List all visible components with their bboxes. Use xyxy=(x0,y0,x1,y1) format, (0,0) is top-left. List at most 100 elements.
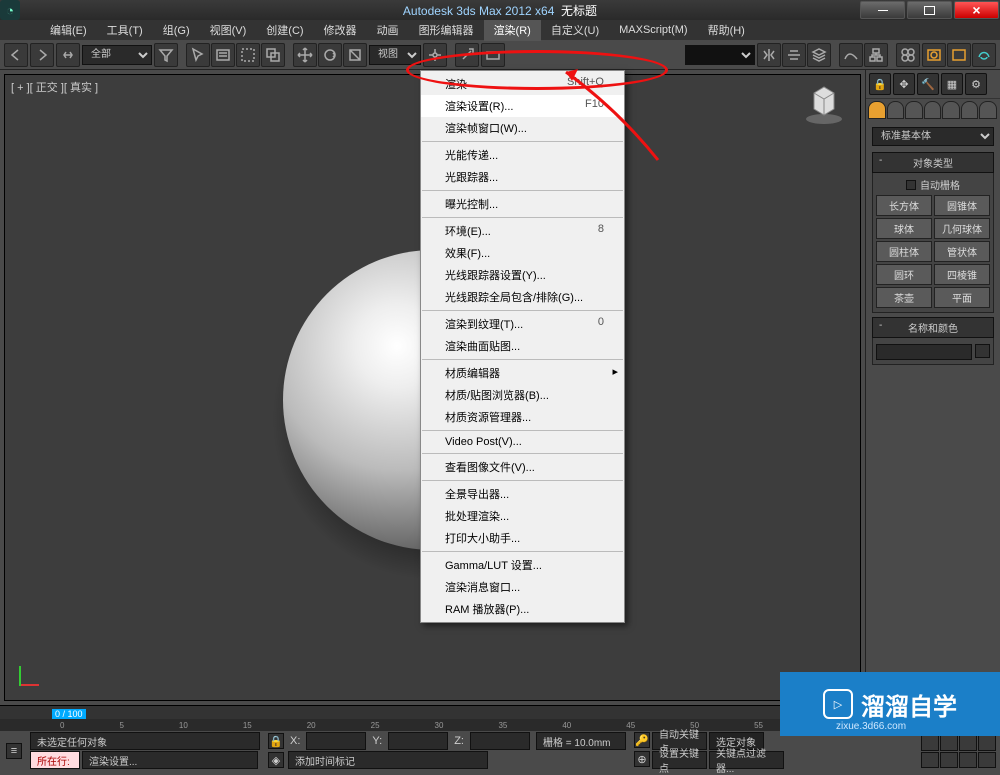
menu-item[interactable]: 材质编辑器 xyxy=(421,362,624,384)
utility-icon[interactable]: ⚙ xyxy=(965,73,987,95)
primitive-button[interactable]: 球体 xyxy=(876,218,932,239)
primitive-button[interactable]: 圆锥体 xyxy=(934,195,990,216)
key-filters-button[interactable]: 关键点过滤器... xyxy=(709,751,784,769)
menu-item[interactable]: 光跟踪器... xyxy=(421,166,624,188)
y-input[interactable] xyxy=(388,732,448,750)
menu-item[interactable]: Gamma/LUT 设置... xyxy=(421,554,624,576)
menu-item[interactable]: RAM 播放器(P)... xyxy=(421,598,624,620)
primitive-button[interactable]: 圆柱体 xyxy=(876,241,932,262)
select-button[interactable] xyxy=(186,43,210,67)
object-name-input[interactable] xyxy=(876,344,972,360)
select-region-button[interactable] xyxy=(236,43,260,67)
menu-tools[interactable]: 工具(T) xyxy=(97,19,153,41)
tab-helpers[interactable] xyxy=(942,101,960,119)
min-max-button[interactable] xyxy=(978,752,996,768)
menu-group[interactable]: 组(G) xyxy=(153,19,200,41)
primitive-button[interactable]: 茶壶 xyxy=(876,287,932,308)
select-tool-icon[interactable]: ✥ xyxy=(893,73,915,95)
move-button[interactable] xyxy=(293,43,317,67)
link-button[interactable] xyxy=(56,43,80,67)
tab-spacewarps[interactable] xyxy=(961,101,979,119)
render-frame-button[interactable] xyxy=(947,43,971,67)
render-button[interactable] xyxy=(972,43,996,67)
menu-item[interactable]: 渲染设置(R)...F10 xyxy=(421,95,624,117)
select-name-button[interactable] xyxy=(211,43,235,67)
schematic-button[interactable] xyxy=(864,43,888,67)
name-color-rollout-header[interactable]: 名称和颜色 xyxy=(872,317,994,338)
rotate-button[interactable] xyxy=(318,43,342,67)
tab-cameras[interactable] xyxy=(924,101,942,119)
time-tag-button[interactable]: 添加时间标记 xyxy=(288,751,488,769)
close-button[interactable] xyxy=(954,1,999,19)
named-sel-dropdown[interactable] xyxy=(685,45,755,65)
autogrid-checkbox[interactable] xyxy=(906,180,916,190)
set-key-icon[interactable]: ⊕ xyxy=(634,751,650,767)
menu-item[interactable]: 光能传递... xyxy=(421,144,624,166)
display-icon[interactable]: ▦ xyxy=(941,73,963,95)
z-input[interactable] xyxy=(470,732,530,750)
pivot-button[interactable] xyxy=(423,43,447,67)
zoom-all-button[interactable] xyxy=(921,752,939,768)
menu-help[interactable]: 帮助(H) xyxy=(698,19,755,41)
keyboard-shortcut-button[interactable] xyxy=(481,43,505,67)
viewport-label[interactable]: [ + ][ 正交 ][ 真实 ] xyxy=(11,79,98,95)
redo-button[interactable] xyxy=(30,43,54,67)
lock-icon[interactable]: 🔒 xyxy=(869,73,891,95)
time-slider-badge[interactable]: 0 / 100 xyxy=(52,709,86,719)
minimize-button[interactable] xyxy=(860,1,905,19)
material-editor-button[interactable] xyxy=(896,43,920,67)
menu-item[interactable]: 渲染曲面贴图... xyxy=(421,335,624,357)
menu-item[interactable]: 渲染到纹理(T)...0 xyxy=(421,313,624,335)
menu-views[interactable]: 视图(V) xyxy=(200,19,257,41)
undo-button[interactable] xyxy=(4,43,28,67)
filter-button[interactable] xyxy=(154,43,178,67)
primitive-button[interactable]: 管状体 xyxy=(934,241,990,262)
primitive-button[interactable]: 长方体 xyxy=(876,195,932,216)
isolate-button[interactable]: ◈ xyxy=(268,752,284,768)
primitive-button[interactable]: 四棱锥 xyxy=(934,264,990,285)
menu-item[interactable]: 环境(E)...8 xyxy=(421,220,624,242)
autogrid-row[interactable]: 自动栅格 xyxy=(876,177,990,192)
orbit-button[interactable] xyxy=(940,752,958,768)
setkey-button[interactable]: 设置关键点 xyxy=(652,751,707,769)
maximize-button[interactable] xyxy=(907,1,952,19)
viewcube-icon[interactable] xyxy=(802,81,846,125)
scale-button[interactable] xyxy=(343,43,367,67)
tab-systems[interactable] xyxy=(979,101,997,119)
menu-customize[interactable]: 自定义(U) xyxy=(541,19,609,41)
tab-geometry[interactable] xyxy=(868,101,886,119)
tab-lights[interactable] xyxy=(905,101,923,119)
hammer-icon[interactable]: 🔨 xyxy=(917,73,939,95)
command-prompt[interactable]: 渲染设置... xyxy=(82,751,258,769)
object-type-rollout-header[interactable]: 对象类型 xyxy=(872,152,994,173)
layers-button[interactable] xyxy=(807,43,831,67)
menu-item[interactable]: 全景导出器... xyxy=(421,483,624,505)
menu-item[interactable]: 材质/贴图浏览器(B)... xyxy=(421,384,624,406)
fov-button[interactable] xyxy=(978,735,996,751)
menu-item[interactable]: 查看图像文件(V)... xyxy=(421,456,624,478)
menu-item[interactable]: 材质资源管理器... xyxy=(421,406,624,428)
primitive-button[interactable]: 圆环 xyxy=(876,264,932,285)
menu-modifiers[interactable]: 修改器 xyxy=(314,19,367,41)
ref-coord-dropdown[interactable]: 视图 xyxy=(369,45,421,65)
maximize-vp-button[interactable] xyxy=(959,752,977,768)
zoom-button[interactable] xyxy=(940,735,958,751)
primitive-button[interactable]: 平面 xyxy=(934,287,990,308)
x-input[interactable] xyxy=(306,732,366,750)
menu-graph[interactable]: 图形编辑器 xyxy=(409,19,484,41)
menu-item[interactable]: 曝光控制... xyxy=(421,193,624,215)
mirror-button[interactable] xyxy=(757,43,781,67)
object-color-swatch[interactable] xyxy=(975,344,990,358)
primitive-button[interactable]: 几何球体 xyxy=(934,218,990,239)
window-crossing-button[interactable] xyxy=(261,43,285,67)
manipulate-button[interactable] xyxy=(455,43,479,67)
menu-item[interactable]: 效果(F)... xyxy=(421,242,624,264)
render-setup-button[interactable] xyxy=(922,43,946,67)
key-icon[interactable]: 🔑 xyxy=(634,732,650,748)
menu-item[interactable]: 批处理渲染... xyxy=(421,505,624,527)
zoom-extents-button[interactable] xyxy=(959,735,977,751)
menu-animation[interactable]: 动画 xyxy=(367,19,409,41)
menu-maxscript[interactable]: MAXScript(M) xyxy=(609,21,697,39)
menu-create[interactable]: 创建(C) xyxy=(256,19,313,41)
menu-item[interactable]: Video Post(V)... xyxy=(421,433,624,451)
